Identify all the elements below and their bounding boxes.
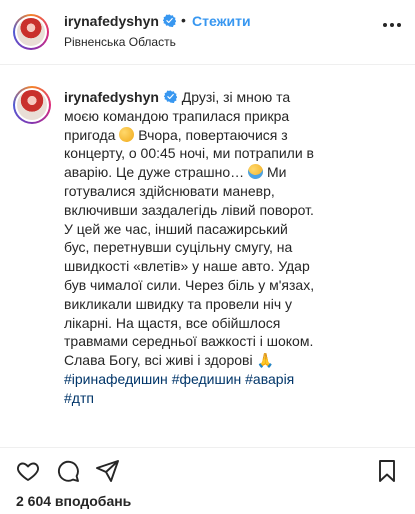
post-header: irynafedyshyn • Стежити Рівненська Облас… <box>0 0 415 65</box>
heart-icon[interactable] <box>16 459 40 483</box>
caption-username[interactable]: irynafedyshyn <box>64 89 159 105</box>
crying-face-emoji-icon <box>248 164 264 180</box>
caption-part-3: Ми готувалися здійснювати маневр, включи… <box>64 164 315 369</box>
location-link[interactable]: Рівненська Область <box>64 35 176 49</box>
verified-badge-icon <box>163 90 177 103</box>
bookmark-icon[interactable] <box>375 459 399 483</box>
sad-face-emoji-icon <box>119 126 135 142</box>
follow-button[interactable]: Стежити <box>192 13 251 29</box>
pray-emoji-icon: 🙏 <box>256 352 274 369</box>
post-actions: 2 604 вподобань <box>0 448 415 514</box>
hashtag-link[interactable]: #федишин <box>172 371 242 387</box>
header-username[interactable]: irynafedyshyn <box>64 13 159 29</box>
likes-count[interactable]: 2 604 вподобань <box>16 493 131 509</box>
hashtag-link[interactable]: #іринафедишин <box>64 371 168 387</box>
share-icon[interactable] <box>96 459 120 483</box>
post-caption: irynafedyshyn Друзі, зі мною та моєю ком… <box>0 65 415 448</box>
more-options-icon[interactable] <box>383 23 401 29</box>
avatar[interactable] <box>17 18 45 46</box>
separator-dot: • <box>181 12 186 28</box>
verified-badge-icon <box>163 14 176 27</box>
caption-avatar[interactable] <box>17 90 47 120</box>
hashtag-link[interactable]: #дтп <box>64 390 94 406</box>
caption-text: irynafedyshyn Друзі, зі мною та моєю ком… <box>64 88 316 408</box>
hashtag-link[interactable]: #аварія <box>245 371 294 387</box>
comment-icon[interactable] <box>56 459 80 483</box>
